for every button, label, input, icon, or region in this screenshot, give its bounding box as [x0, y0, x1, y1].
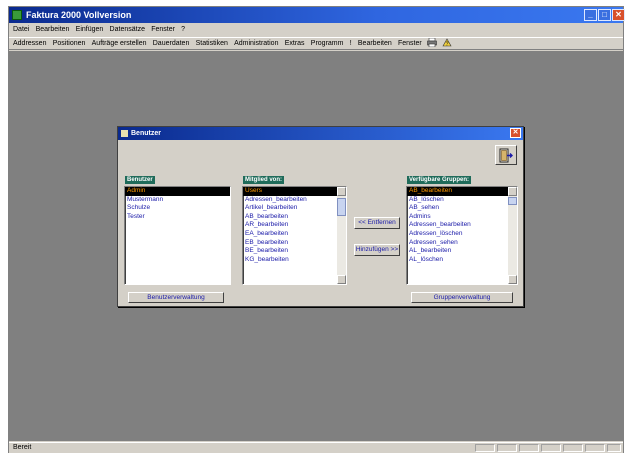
toolbar-extras[interactable]: Extras	[285, 38, 305, 50]
scroll-thumb[interactable]	[337, 198, 346, 216]
status-panel	[541, 444, 561, 452]
list-item[interactable]: AB_bearbeiten	[243, 213, 346, 222]
toolbar-dauerdaten[interactable]: Dauerdaten	[153, 38, 190, 50]
list-item[interactable]: AL_löschen	[407, 256, 517, 265]
scroll-up-button[interactable]	[508, 187, 517, 196]
list-item[interactable]: BE_bearbeiten	[243, 247, 346, 256]
benutzer-dialog: Benutzer ✕ Benutzer Admin Mustermann Schul…	[117, 126, 524, 307]
gruppenverwaltung-button[interactable]: Gruppenverwaltung	[411, 292, 513, 303]
mitglied-list[interactable]: Users Adressen_bearbeiten Artikel_bearbeit…	[242, 186, 347, 285]
mitglied-label: Mitglied von:	[243, 176, 284, 184]
benutzerverwaltung-button[interactable]: Benutzerverwaltung	[128, 292, 224, 303]
dialog-close-button[interactable]: ✕	[510, 128, 521, 138]
list-item[interactable]: Adressen_löschen	[407, 230, 517, 239]
minimize-button[interactable]: _	[584, 9, 597, 21]
menu-datensaetze[interactable]: Datensätze	[110, 24, 145, 36]
close-button[interactable]: ✕	[612, 9, 625, 21]
list-container: Users Adressen_bearbeiten Artikel_bearbeit…	[243, 187, 346, 264]
svg-text:?: ?	[446, 42, 449, 48]
list-container: Admin Mustermann Schulze Tester	[125, 187, 230, 221]
entfernen-button[interactable]: << Entfernen	[354, 217, 400, 229]
toolbar-separator: !	[349, 40, 352, 47]
door-exit-icon	[499, 148, 513, 163]
hinzufuegen-button[interactable]: Hinzufügen >>	[354, 244, 400, 256]
list-item[interactable]: Artikel_bearbeiten	[243, 204, 346, 213]
app-icon	[12, 10, 22, 20]
list-item[interactable]: AB_bearbeiten	[407, 187, 517, 196]
dialog-title: Benutzer	[131, 130, 161, 137]
list-item[interactable]: Tester	[125, 213, 230, 222]
status-panel	[475, 444, 495, 452]
list-item[interactable]: EB_bearbeiten	[243, 239, 346, 248]
toolbar-positionen[interactable]: Positionen	[53, 38, 86, 50]
list-item[interactable]: KG_bearbeiten	[243, 256, 346, 265]
help-icon[interactable]: ?	[442, 38, 452, 47]
menu-fenster[interactable]: Fenster	[151, 24, 175, 36]
menu-help[interactable]: ?	[181, 24, 185, 36]
menu-datei[interactable]: Datei	[13, 24, 29, 36]
list-item[interactable]: AB_sehen	[407, 204, 517, 213]
list-item[interactable]: Admins	[407, 213, 517, 222]
printer-icon[interactable]	[427, 38, 437, 48]
status-panel	[519, 444, 539, 452]
list-item[interactable]: AB_löschen	[407, 196, 517, 205]
verfuegbar-label: Verfügbare Gruppen:	[407, 176, 472, 184]
dialog-titlebar[interactable]: Benutzer ✕	[118, 127, 523, 140]
status-panel	[563, 444, 583, 452]
list-container: AB_bearbeiten AB_löschen AB_sehen Admins Adr…	[407, 187, 517, 264]
menu-bar: Datei Bearbeiten Einfügen Datensätze Fen…	[9, 24, 623, 36]
app-titlebar[interactable]: Faktura 2000 Vollversion _ □ ✕	[9, 7, 625, 23]
command-toolbar: Addressen Positionen Aufträge erstellen …	[9, 37, 623, 50]
list-item[interactable]: Users	[243, 187, 346, 196]
list-item[interactable]: Admin	[125, 187, 230, 196]
list-item[interactable]: AL_bearbeiten	[407, 247, 517, 256]
exit-button[interactable]	[495, 145, 517, 165]
status-text: Bereit	[13, 444, 32, 451]
mitglied-scrollbar[interactable]	[337, 187, 346, 284]
status-panel	[497, 444, 517, 452]
menu-einfuegen[interactable]: Einfügen	[76, 24, 104, 36]
list-item[interactable]: Adressen_sehen	[407, 239, 517, 248]
scroll-down-button[interactable]	[337, 275, 346, 284]
toolbar-bearbeiten[interactable]: Bearbeiten	[358, 38, 392, 50]
benutzer-list[interactable]: Admin Mustermann Schulze Tester	[124, 186, 231, 285]
toolbar-administration[interactable]: Administration	[234, 38, 278, 50]
list-item[interactable]: EA_bearbeiten	[243, 230, 346, 239]
toolbar-programm[interactable]: Programm	[311, 38, 344, 50]
toolbar-statistiken[interactable]: Statistiken	[196, 38, 228, 50]
status-bar: Bereit	[9, 442, 623, 453]
status-panel	[585, 444, 605, 452]
maximize-button[interactable]: □	[598, 9, 611, 21]
list-item[interactable]: Adressen_bearbeiten	[407, 221, 517, 230]
scroll-up-button[interactable]	[337, 187, 346, 196]
toolbar-fenster[interactable]: Fenster	[398, 38, 422, 50]
verfuegbar-list[interactable]: AB_bearbeiten AB_löschen AB_sehen Admins Adr…	[406, 186, 518, 285]
toolbar-addressen[interactable]: Addressen	[13, 38, 46, 50]
list-item[interactable]: Mustermann	[125, 196, 230, 205]
menu-bearbeiten[interactable]: Bearbeiten	[36, 24, 70, 36]
list-item[interactable]: Adressen_bearbeiten	[243, 196, 346, 205]
scroll-thumb[interactable]	[508, 197, 517, 205]
verfuegbar-scrollbar[interactable]	[508, 187, 517, 284]
list-item[interactable]: Schulze	[125, 204, 230, 213]
status-panel	[607, 444, 621, 452]
benutzer-label: Benutzer	[125, 176, 155, 184]
app-title: Faktura 2000 Vollversion	[26, 10, 132, 20]
scroll-down-button[interactable]	[508, 275, 517, 284]
dialog-icon	[121, 130, 128, 137]
list-item[interactable]: AR_bearbeiten	[243, 221, 346, 230]
toolbar-auftraege[interactable]: Aufträge erstellen	[92, 38, 147, 50]
